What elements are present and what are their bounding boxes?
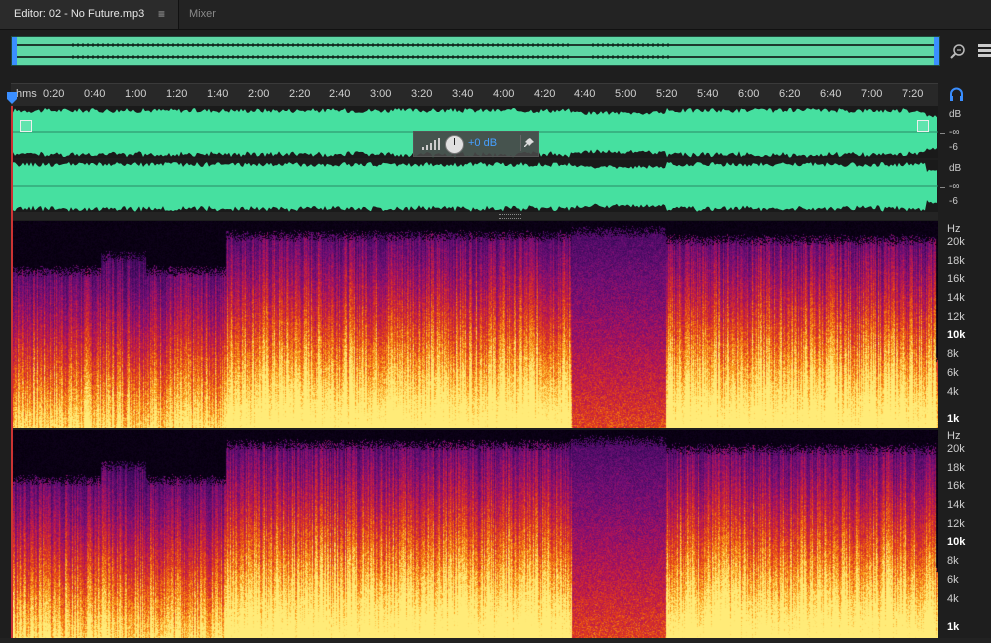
fade-out-handle-icon[interactable] (917, 120, 929, 132)
playhead-icon[interactable] (7, 92, 17, 104)
divider-grip-icon[interactable] (499, 214, 521, 219)
ruler-label: 4:20 (534, 88, 556, 100)
hz-label: 4k (947, 386, 959, 398)
ruler-label: 3:40 (452, 88, 474, 100)
ruler-label: 3:20 (411, 88, 433, 100)
tab-bar: Editor: 02 - No Future.mp3 ≡ Mixer (0, 0, 991, 30)
hz-label: 14k (947, 499, 965, 511)
ruler-label: 6:00 (738, 88, 760, 100)
ruler-label: 5:00 (615, 88, 637, 100)
ruler-label: 3:00 (370, 88, 392, 100)
ruler-label: 5:20 (656, 88, 678, 100)
tab-mixer[interactable]: Mixer (180, 0, 249, 29)
db-tick (940, 187, 945, 188)
waveform-shape (11, 162, 937, 212)
ruler-label: 2:20 (289, 88, 311, 100)
ruler-label: 1:20 (166, 88, 188, 100)
hz-unit-label: Hz (947, 430, 961, 442)
overview-left-handle[interactable] (12, 37, 17, 65)
zoom-icon[interactable] (949, 42, 967, 60)
ruler-label: 5:40 (697, 88, 719, 100)
gain-hud[interactable]: +0 dB (413, 131, 539, 157)
fade-in-handle-icon[interactable] (20, 120, 32, 132)
db-label: -∞ (949, 127, 960, 138)
db-tick (940, 133, 945, 134)
hz-label: 8k (947, 555, 959, 567)
ruler-label: 2:40 (329, 88, 351, 100)
hz-label: 14k (947, 292, 965, 304)
hz-label: 16k (947, 480, 965, 492)
spectrogram-channel-1 (11, 221, 938, 428)
hz-label: 8k (947, 348, 959, 360)
tab-editor-label: Editor: 02 - No Future.mp3 (14, 8, 145, 20)
hz-label: 1k (947, 621, 960, 633)
db-scale-channel-2: dB -∞ -6 (940, 160, 991, 212)
db-label: -6 (949, 196, 958, 207)
tab-menu-icon[interactable]: ≡ (158, 0, 165, 29)
hz-label: 18k (947, 462, 965, 474)
hz-label: 20k (947, 443, 965, 455)
ruler-label: 6:20 (779, 88, 801, 100)
ruler-label: 0:40 (84, 88, 106, 100)
overview-waveform[interactable] (11, 36, 940, 66)
ruler-label: 0:20 (43, 88, 65, 100)
waveform-channel-2[interactable] (11, 160, 938, 212)
hz-label: 12k (947, 518, 965, 530)
overview-right-handle[interactable] (934, 37, 939, 65)
ruler-label: 2:00 (248, 88, 270, 100)
ruler-label: 4:40 (574, 88, 596, 100)
ruler-label: 1:00 (125, 88, 147, 100)
time-ruler[interactable]: hms 0:20 0:40 1:00 1:20 1:40 2:00 2:20 2… (11, 83, 938, 106)
ruler-label: 1:40 (207, 88, 229, 100)
spectral-display-channel-1[interactable] (11, 221, 938, 428)
hz-label: 6k (947, 367, 959, 379)
spectrogram-channel-2 (11, 430, 938, 638)
hz-label: 10k (947, 329, 966, 341)
hz-label: 10k (947, 536, 966, 548)
volume-bars-icon (422, 138, 440, 150)
headphone-icon[interactable] (949, 87, 964, 102)
ruler-label: 7:00 (861, 88, 883, 100)
knob-icon[interactable] (445, 135, 464, 154)
spectral-display-channel-2[interactable] (11, 430, 938, 638)
db-unit-label: dB (949, 163, 962, 174)
db-label: -6 (949, 142, 958, 153)
tab-editor[interactable]: Editor: 02 - No Future.mp3 ≡ (0, 0, 179, 29)
ruler-label: 7:20 (902, 88, 924, 100)
view-divider[interactable] (11, 212, 938, 220)
ruler-label: 4:00 (493, 88, 515, 100)
hz-label: 12k (947, 311, 965, 323)
ruler-unit-label: hms (16, 88, 37, 100)
pin-icon[interactable] (520, 135, 537, 151)
hz-label: 18k (947, 255, 965, 267)
db-scale-channel-1: dB -∞ -6 (940, 106, 991, 158)
hz-label: 6k (947, 574, 959, 586)
hz-label: 20k (947, 236, 965, 248)
playhead-line (11, 106, 13, 638)
db-label: -∞ (949, 181, 960, 192)
hz-label: 1k (947, 413, 960, 425)
hz-scale-channel-1: Hz 20k 18k 16k 14k 12k 10k 8k 6k 4k 1k (940, 221, 991, 428)
db-unit-label: dB (949, 109, 962, 120)
ruler-label: 6:40 (820, 88, 842, 100)
hz-label: 16k (947, 273, 965, 285)
hz-unit-label: Hz (947, 223, 961, 235)
hz-scale-channel-2: Hz 20k 18k 16k 14k 12k 10k 8k 6k 4k 1k (940, 430, 991, 638)
overview-waveform-graphic (12, 37, 939, 65)
gain-value[interactable]: +0 dB (468, 137, 497, 149)
panel-icon[interactable] (978, 44, 991, 58)
waveform-channel-2-graphic (11, 162, 938, 212)
bottom-bar (0, 638, 991, 643)
hz-label: 4k (947, 593, 959, 605)
